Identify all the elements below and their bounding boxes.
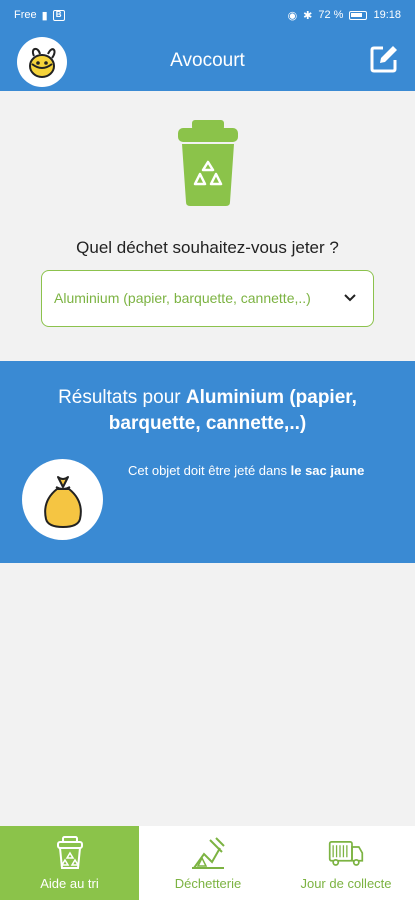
tab-jour-de-collecte-label: Jour de collecte — [300, 875, 392, 891]
results-desc-prefix: Cet objet doit être jeté dans — [128, 463, 291, 478]
selected-waste-value: Aluminium (papier, barquette, cannette,.… — [54, 290, 311, 306]
results-desc-bin: le sac jaune — [290, 463, 365, 478]
bottom-tab-bar: Aide au tri Déchetterie Jour de collecte — [0, 826, 415, 900]
status-bar: Free ▮ B ◉ ✱ 72 % 19:18 — [0, 0, 415, 30]
bee-logo-icon[interactable] — [17, 37, 67, 87]
app-bar: Avocourt — [0, 30, 415, 91]
signal-icon: ▮ — [41, 9, 48, 22]
chevron-down-icon — [344, 294, 356, 302]
results-panel: Résultats pour Aluminium (papier, barque… — [0, 361, 415, 563]
eye-icon: ◉ — [287, 9, 298, 22]
tab-dechetterie[interactable]: Déchetterie — [139, 826, 277, 900]
results-heading: Résultats pour Aluminium (papier, barque… — [20, 385, 395, 437]
bag-avatar — [22, 459, 103, 540]
tab-aide-au-tri[interactable]: Aide au tri — [0, 826, 139, 900]
waste-select-dropdown[interactable]: Aluminium (papier, barquette, cannette,.… — [41, 270, 374, 327]
recycle-bin-icon — [56, 835, 83, 869]
yellow-bag-icon — [43, 475, 82, 528]
battery-icon — [349, 10, 368, 20]
app-title: Avocourt — [170, 49, 245, 71]
bluetooth-icon: ✱ — [303, 9, 313, 22]
tab-dechetterie-label: Déchetterie — [174, 875, 242, 891]
clock: 19:18 — [373, 9, 401, 21]
edit-icon[interactable] — [369, 44, 399, 74]
app-notification-icon: B — [52, 9, 65, 21]
carrier-label: Free — [14, 9, 37, 21]
question-label: Quel déchet souhaitez-vous jeter ? — [76, 238, 339, 257]
results-description: Cet objet doit être jeté dans le sac jau… — [128, 462, 388, 480]
battery-percent: 72 % — [318, 9, 344, 21]
tab-aide-au-tri-label: Aide au tri — [40, 875, 99, 891]
recycling-center-icon — [192, 836, 225, 869]
garbage-truck-icon — [328, 840, 364, 866]
tab-jour-de-collecte[interactable]: Jour de collecte — [277, 826, 415, 900]
recycle-bin-icon — [178, 120, 238, 206]
results-heading-prefix: Résultats pour — [58, 387, 186, 408]
